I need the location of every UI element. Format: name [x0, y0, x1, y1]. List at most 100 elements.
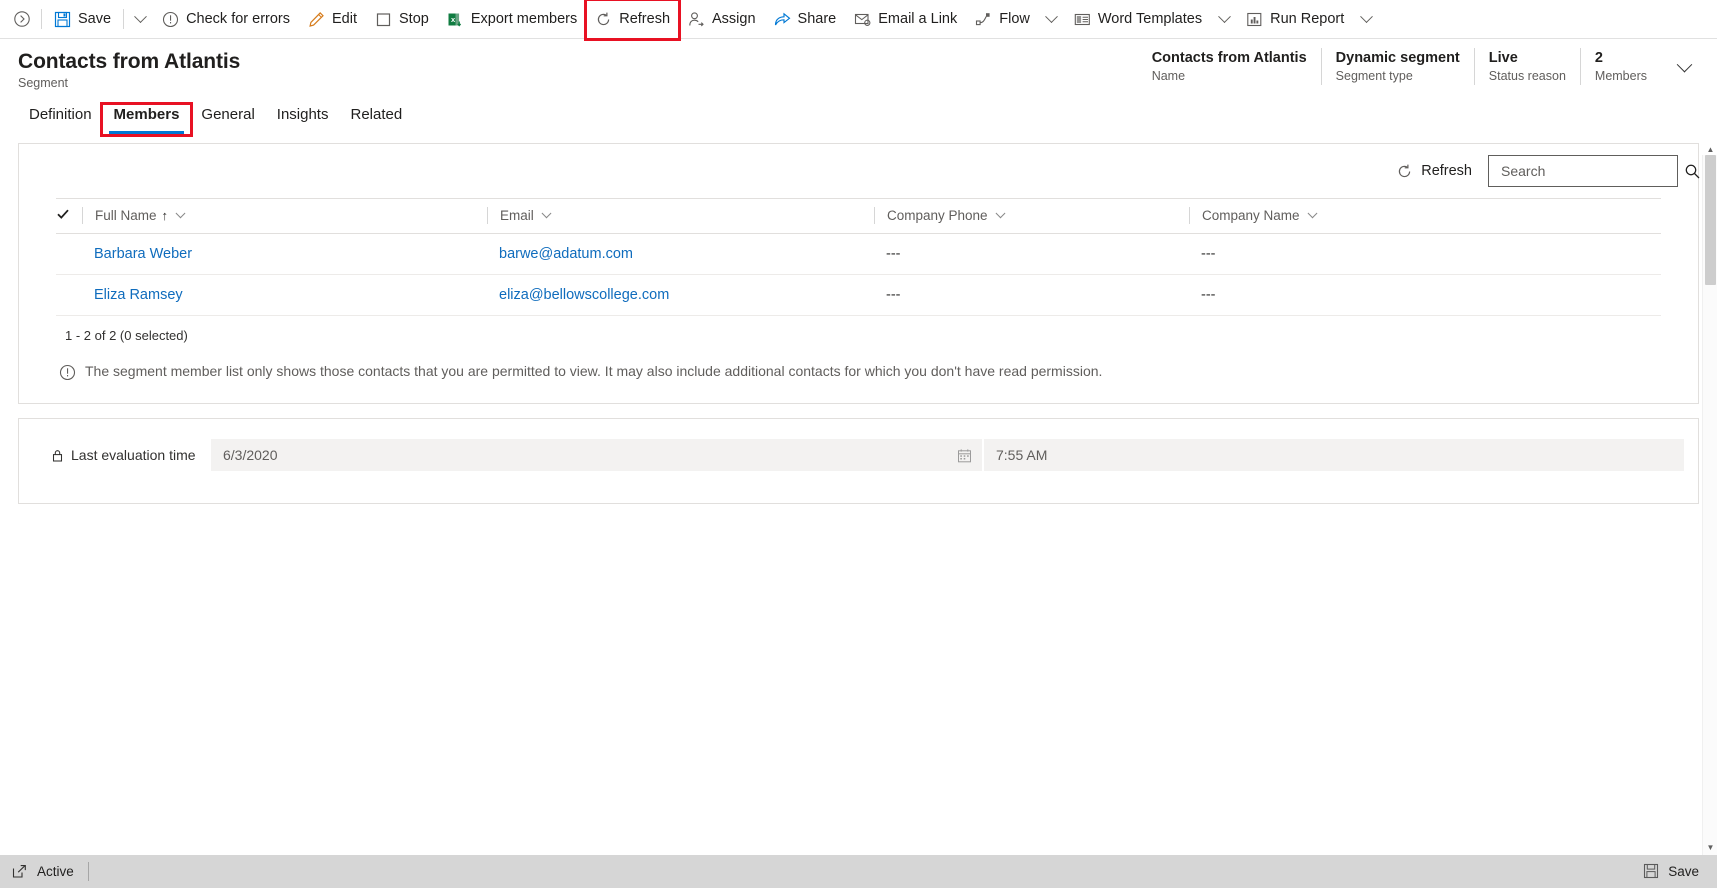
lock-icon — [51, 449, 64, 462]
flow-icon — [975, 11, 992, 28]
search-box[interactable] — [1488, 155, 1700, 187]
grid-permission-note-text: The segment member list only shows those… — [85, 363, 1103, 379]
row-count-label: 1 - 2 of 2 (0 selected) — [65, 328, 188, 343]
status-save-button[interactable]: Save — [1643, 863, 1717, 880]
column-label: Full Name — [95, 208, 157, 223]
excel-icon: x — [447, 11, 464, 28]
save-dropdown-chevron-icon[interactable] — [127, 0, 153, 39]
stop-button[interactable]: Stop — [366, 0, 438, 39]
cell-email[interactable]: eliza@bellowscollege.com — [487, 274, 874, 316]
email-a-link-button[interactable]: Email a Link — [845, 0, 966, 39]
column-label: Email — [500, 208, 534, 223]
column-header-email[interactable]: Email — [487, 198, 874, 234]
column-label: Company Name — [1202, 208, 1300, 223]
contact-link[interactable]: Eliza Ramsey — [94, 287, 183, 303]
email-link[interactable]: barwe@adatum.com — [499, 246, 633, 262]
flow-button[interactable]: Flow — [966, 0, 1039, 39]
save-icon — [1643, 863, 1660, 880]
column-menu-chevron-icon[interactable] — [541, 208, 552, 219]
assign-button[interactable]: Assign — [679, 0, 765, 39]
edit-label: Edit — [332, 10, 358, 27]
grid-refresh-button[interactable]: Refresh — [1388, 157, 1480, 186]
main-content: Refresh Search Full Name ↑ Email Company… — [0, 134, 1717, 504]
last-evaluation-label-group: Last evaluation time — [33, 447, 211, 463]
command-separator — [41, 9, 42, 29]
table-row[interactable]: Barbara Weber barwe@adatum.com --- --- — [56, 233, 1661, 275]
save-button[interactable]: Save — [45, 0, 120, 39]
column-header-full-name[interactable]: Full Name ↑ — [82, 198, 487, 234]
sort-ascending-icon: ↑ — [161, 208, 169, 223]
flow-chevron-down-icon[interactable] — [1039, 0, 1065, 39]
refresh-button[interactable]: Refresh — [584, 0, 682, 41]
page-header: Contacts from Atlantis Segment Contacts … — [0, 39, 1717, 100]
assign-label: Assign — [712, 10, 756, 27]
run-report-button[interactable]: Run Report — [1237, 0, 1353, 39]
header-fact-members: 2 Members — [1579, 48, 1661, 85]
scrollbar-thumb[interactable] — [1705, 155, 1716, 285]
calendar-icon[interactable] — [957, 448, 972, 463]
share-label: Share — [797, 10, 837, 27]
column-menu-chevron-icon[interactable] — [995, 208, 1006, 219]
export-members-label: Export members — [470, 10, 578, 27]
last-evaluation-label: Last evaluation time — [71, 447, 196, 463]
refresh-label: Refresh — [619, 10, 671, 27]
error-circle-icon — [162, 11, 179, 28]
chevron-down-icon[interactable] — [1671, 54, 1697, 80]
export-members-button[interactable]: x Export members — [438, 0, 586, 39]
checkmark-icon[interactable] — [56, 207, 70, 224]
search-input[interactable] — [1499, 162, 1684, 180]
search-icon[interactable] — [1684, 163, 1701, 180]
column-header-company-name[interactable]: Company Name — [1189, 198, 1661, 234]
scroll-down-arrow-icon[interactable]: ▼ — [1703, 840, 1717, 855]
word-templates-chevron-down-icon[interactable] — [1211, 0, 1237, 39]
cell-company-phone: --- — [874, 274, 1189, 316]
column-header-company-phone[interactable]: Company Phone — [874, 198, 1189, 234]
run-report-chevron-down-icon[interactable] — [1353, 0, 1379, 39]
check-for-errors-button[interactable]: Check for errors — [153, 0, 299, 39]
tab-members[interactable]: Members — [99, 102, 194, 137]
tab-general[interactable]: General — [190, 105, 265, 134]
column-menu-chevron-icon[interactable] — [175, 208, 186, 219]
tab-related[interactable]: Related — [339, 105, 413, 134]
save-label: Save — [78, 10, 112, 27]
grid-toolbar: Refresh — [19, 144, 1700, 198]
tab-definition[interactable]: Definition — [18, 105, 103, 134]
tab-label: Members — [113, 106, 180, 123]
edit-button[interactable]: Edit — [299, 0, 366, 39]
email-link-icon — [854, 11, 871, 28]
row-checkbox-cell[interactable] — [56, 274, 82, 316]
status-bar: Active Save — [0, 855, 1717, 888]
header-fact-label: Name — [1151, 69, 1186, 83]
grid-refresh-label: Refresh — [1421, 163, 1472, 179]
cell-full-name[interactable]: Barbara Weber — [82, 233, 487, 275]
status-divider — [87, 862, 89, 881]
email-link[interactable]: eliza@bellowscollege.com — [499, 287, 669, 303]
vertical-scrollbar[interactable]: ▲ ▼ — [1702, 145, 1717, 855]
members-table: Full Name ↑ Email Company Phone Company … — [56, 198, 1661, 316]
header-fact-value: Dynamic segment — [1335, 50, 1460, 66]
header-fact-status-reason: Live Status reason — [1473, 48, 1580, 85]
header-fact-value: 2 — [1594, 50, 1603, 66]
tab-label: Related — [350, 106, 403, 123]
cell-full-name[interactable]: Eliza Ramsey — [82, 274, 487, 316]
cell-email[interactable]: barwe@adatum.com — [487, 233, 874, 275]
table-row[interactable]: Eliza Ramsey eliza@bellowscollege.com --… — [56, 274, 1661, 316]
share-icon — [774, 11, 791, 28]
word-templates-button[interactable]: Word Templates — [1065, 0, 1211, 39]
header-facts: Contacts from Atlantis Name Dynamic segm… — [1138, 48, 1697, 85]
share-button[interactable]: Share — [765, 0, 846, 39]
popout-icon[interactable] — [0, 864, 37, 879]
select-all-header[interactable] — [56, 198, 82, 234]
last-evaluation-date-field[interactable]: 6/3/2020 — [211, 439, 982, 471]
last-evaluation-time-field[interactable]: 7:55 AM — [984, 439, 1684, 471]
column-menu-chevron-icon[interactable] — [1307, 208, 1317, 219]
header-fact-label: Status reason — [1488, 69, 1566, 83]
tab-label: Insights — [276, 106, 329, 123]
word-template-icon — [1074, 11, 1091, 28]
command-bar: Save Check for errors Edit Stop x Export… — [0, 0, 1717, 41]
back-chevron-icon[interactable] — [6, 0, 38, 39]
assign-person-icon — [688, 11, 705, 28]
contact-link[interactable]: Barbara Weber — [94, 246, 192, 262]
row-checkbox-cell[interactable] — [56, 233, 82, 275]
tab-insights[interactable]: Insights — [266, 105, 340, 134]
